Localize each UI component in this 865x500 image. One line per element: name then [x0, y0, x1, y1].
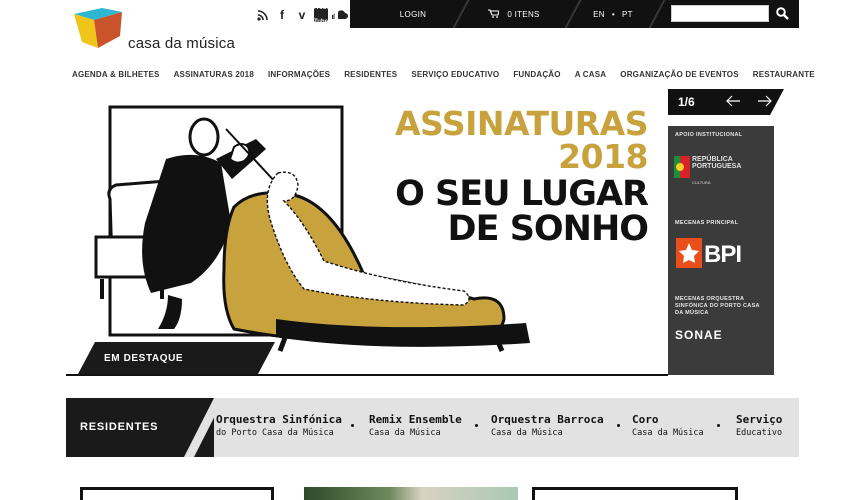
- separator-dot: [717, 424, 720, 427]
- hero-banner[interactable]: ASSINATURAS 2018 O SEU LUGAR DE SONHO EM…: [66, 89, 668, 376]
- divider: [452, 0, 470, 28]
- hero-title-line4: DE SONHO: [447, 209, 649, 249]
- nav-fundacao[interactable]: FUNDAÇÃO: [513, 70, 560, 82]
- resident-servico-educativo[interactable]: Serviço Educativo: [736, 413, 782, 438]
- bpi-logo-icon[interactable]: [676, 238, 702, 273]
- news-card[interactable]: [80, 487, 274, 500]
- nav-residentes[interactable]: RESIDENTES: [344, 70, 397, 82]
- soundcloud-icon[interactable]: [332, 7, 348, 23]
- republica-name: REPÚBLICA PORTUGUESA: [692, 156, 742, 171]
- residents-header: RESIDENTES: [66, 398, 224, 457]
- institutional-support-label: APOIO INSTITUCIONAL: [675, 132, 743, 138]
- news-card-image[interactable]: [304, 487, 518, 500]
- vimeo-icon[interactable]: v: [294, 7, 310, 23]
- search-input[interactable]: [671, 5, 769, 22]
- casa-da-musica-logo[interactable]: casa da música: [72, 8, 242, 54]
- divider: [564, 0, 582, 28]
- main-sponsor-label: MECENAS PRINCIPAL: [675, 220, 739, 226]
- logo-cube-icon: [74, 8, 122, 48]
- hero-headline: ASSINATURAS 2018 O SEU LUGAR DE SONHO: [395, 104, 649, 249]
- slider-pager: 1/6: [668, 89, 784, 115]
- separator-dot: [351, 424, 354, 427]
- facebook-icon[interactable]: f: [274, 7, 290, 23]
- cart-link[interactable]: 0 ITENS: [474, 0, 554, 28]
- resident-orquestra-barroca[interactable]: Orquestra Barroca Casa da Música: [491, 413, 604, 438]
- rss-icon[interactable]: [254, 7, 270, 23]
- news-card[interactable]: [532, 487, 738, 500]
- cart-count: 0 ITENS: [507, 9, 540, 19]
- separator-dot: [617, 424, 620, 427]
- slide-counter: 1/6: [678, 95, 695, 109]
- nav-servico-educativo[interactable]: SERVIÇO EDUCATIVO: [411, 70, 499, 82]
- lang-en[interactable]: EN: [593, 10, 605, 19]
- nav-agenda-bilhetes[interactable]: AGENDA & BILHETES: [72, 70, 160, 82]
- resident-orquestra-sinfonica[interactable]: Orquestra Sinfónica do Porto Casa da Mús…: [216, 413, 342, 438]
- cultura-label: CULTURA: [692, 180, 711, 185]
- login-link[interactable]: LOGIN: [378, 0, 448, 28]
- lang-pt[interactable]: PT: [622, 10, 633, 19]
- cart-icon: [488, 8, 501, 20]
- nav-restaurante[interactable]: RESTAURANTE: [753, 70, 815, 82]
- search-icon[interactable]: [776, 7, 789, 25]
- resident-remix-ensemble[interactable]: Remix Ensemble Casa da Música: [369, 413, 462, 438]
- hero-title-line2: 2018: [558, 137, 648, 176]
- separator-dot: [475, 424, 478, 427]
- sponsors-panel: APOIO INSTITUCIONAL REPÚBLICA PORTUGUESA …: [668, 126, 774, 375]
- nav-organizacao-eventos[interactable]: ORGANIZAÇÃO DE EVENTOS: [620, 70, 739, 82]
- nav-assinaturas-2018[interactable]: ASSINATURAS 2018: [174, 70, 254, 82]
- social-links: f v You Tube: [254, 5, 348, 25]
- arrow-left-icon[interactable]: [726, 91, 740, 115]
- republica-portuguesa-logo[interactable]: [674, 156, 690, 183]
- sonae-logo[interactable]: SONAE: [675, 328, 723, 342]
- bpi-logo[interactable]: BPI: [704, 241, 742, 269]
- orchestra-sponsor-label: MECENAS ORQUESTRA SINFÓNICA DO PORTO CAS…: [675, 296, 760, 316]
- arrow-up-icon[interactable]: [284, 344, 312, 372]
- language-switcher: EN • PT: [586, 0, 640, 28]
- lang-separator: •: [611, 9, 615, 19]
- divider: [648, 0, 666, 28]
- nav-a-casa[interactable]: A CASA: [575, 70, 607, 82]
- hero-title-line1: ASSINATURAS: [395, 104, 649, 143]
- nav-informacoes[interactable]: INFORMAÇÕES: [268, 70, 330, 82]
- em-destaque-label: EM DESTAQUE: [104, 353, 184, 364]
- hero-title-line3: O SEU LUGAR: [395, 174, 649, 214]
- main-nav: AGENDA & BILHETES ASSINATURAS 2018 INFOR…: [72, 70, 829, 82]
- residents-bar: RESIDENTES Orquestra Sinfónica do Porto …: [66, 398, 799, 457]
- residents-title: RESIDENTES: [80, 421, 159, 433]
- resident-coro[interactable]: Coro Casa da Música: [632, 413, 704, 438]
- youtube-icon[interactable]: You Tube: [314, 5, 328, 25]
- logo-wordmark: casa da música: [128, 35, 236, 52]
- arrow-right-icon[interactable]: [758, 91, 772, 115]
